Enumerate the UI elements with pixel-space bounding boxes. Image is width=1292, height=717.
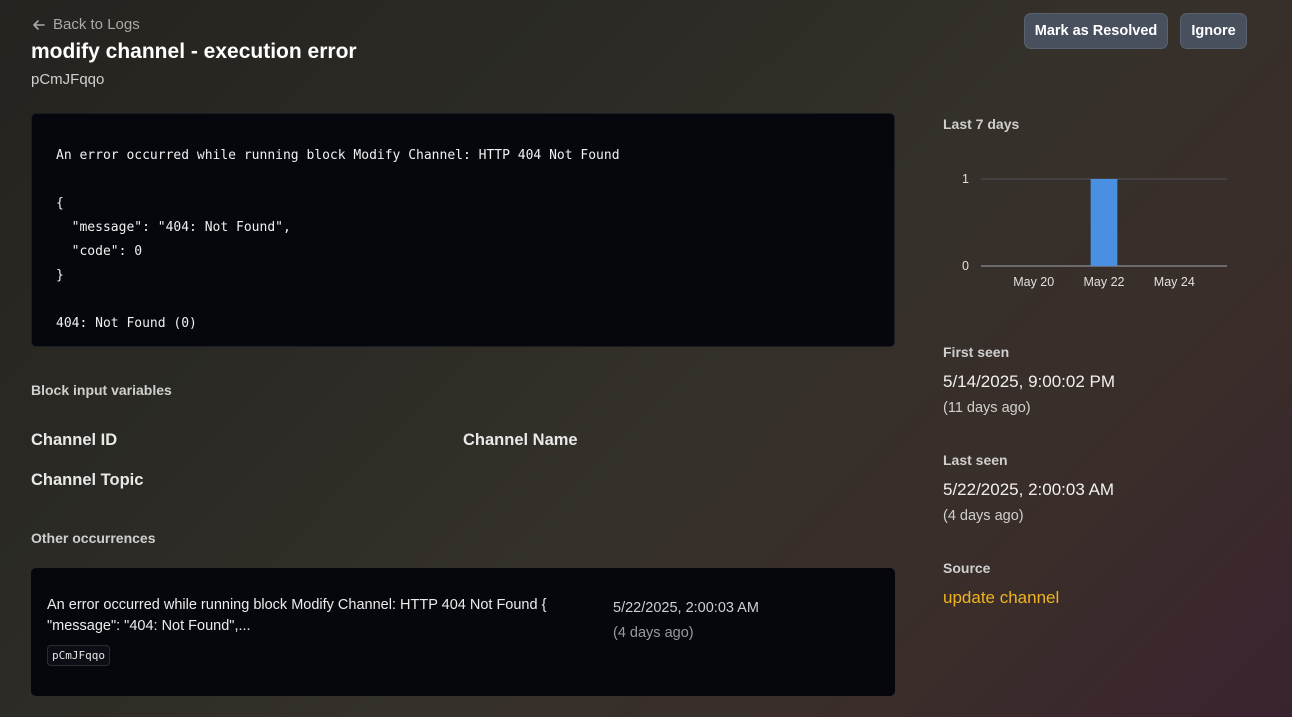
error-text: An error occurred while running block Mo… (56, 148, 620, 331)
back-to-logs-link[interactable]: Back to Logs (31, 16, 140, 33)
mark-as-resolved-button[interactable]: Mark as Resolved (1024, 13, 1168, 49)
var-channel-topic: Channel Topic (31, 471, 144, 489)
block-input-variables-label: Block input variables (31, 382, 172, 398)
first-seen-ago: (11 days ago) (943, 400, 1031, 416)
source-link[interactable]: update channel (943, 588, 1059, 608)
error-details-box: An error occurred while running block Mo… (31, 113, 895, 347)
back-label: Back to Logs (53, 16, 140, 33)
occurrence-date: 5/22/2025, 2:00:03 AM (613, 600, 759, 616)
other-occurrences-label: Other occurrences (31, 530, 156, 546)
x-tick-label: May 22 (1084, 275, 1125, 289)
first-seen-value: 5/14/2025, 9:00:02 PM (943, 372, 1116, 391)
y-tick-label: 1 (962, 172, 969, 186)
arrow-left-icon (33, 19, 45, 30)
chart-label: Last 7 days (943, 116, 1020, 132)
occurrence-message: An error occurred while running block Mo… (47, 597, 547, 634)
occurrence-item[interactable]: An error occurred while running block Mo… (31, 568, 895, 696)
bar-may-22 (1090, 179, 1118, 266)
first-seen-label: First seen (943, 344, 1010, 360)
var-channel-name: Channel Name (463, 431, 578, 449)
last-seen-value: 5/22/2025, 2:00:03 AM (943, 480, 1115, 499)
x-tick-label: May 24 (1154, 275, 1195, 289)
y-tick-label: 0 (962, 259, 969, 273)
var-channel-id: Channel ID (31, 431, 118, 449)
last-seen-label: Last seen (943, 452, 1008, 468)
page-title: modify channel - execution error (31, 40, 357, 63)
x-tick-label: May 20 (1013, 275, 1054, 289)
occurrence-ago: (4 days ago) (613, 625, 694, 641)
occurrence-id-badge: pCmJFqqo (47, 645, 110, 666)
source-label: Source (943, 560, 991, 576)
last-7-days-chart: 0 1 May 20 May 22 May 24 (962, 172, 1227, 289)
ignore-button[interactable]: Ignore (1180, 13, 1247, 49)
last-seen-ago: (4 days ago) (943, 508, 1024, 524)
page-subtitle: pCmJFqqo (31, 71, 105, 88)
